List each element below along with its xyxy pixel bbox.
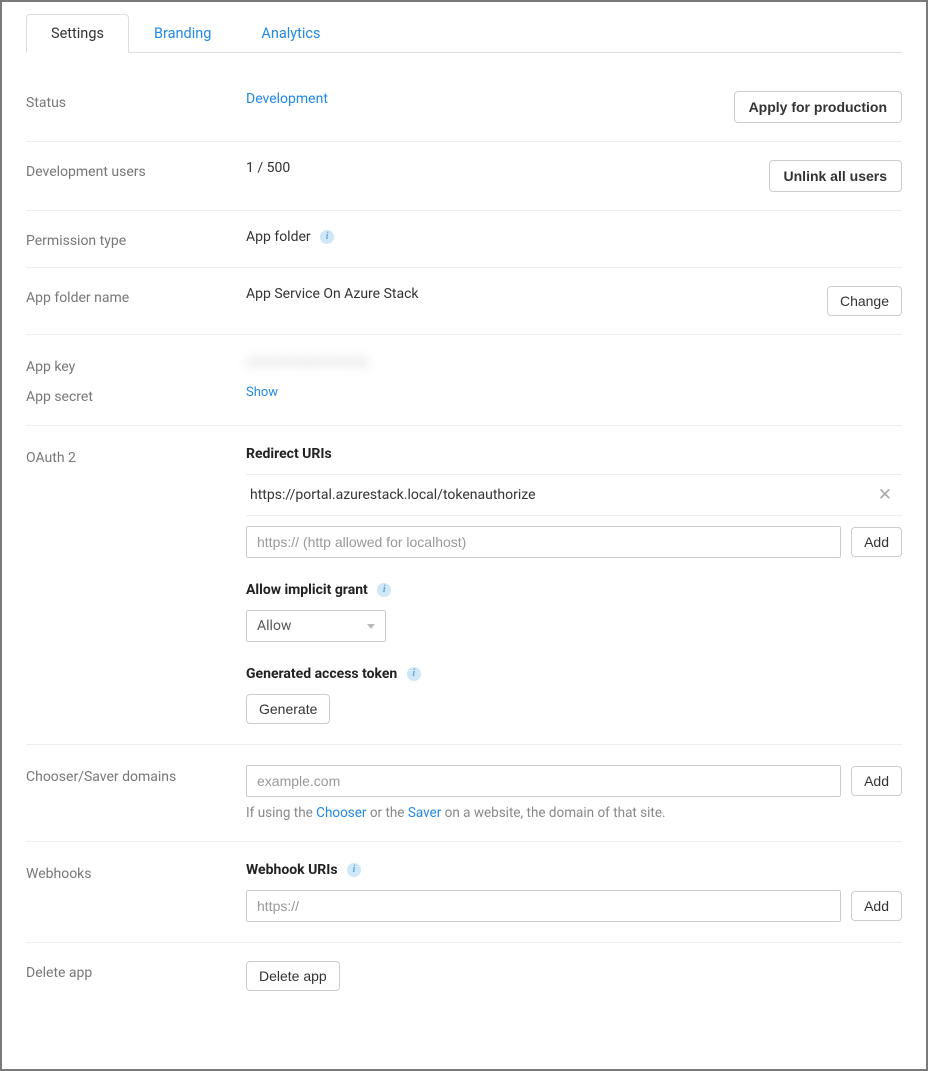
status-value[interactable]: Development	[246, 91, 328, 107]
tab-settings[interactable]: Settings	[26, 14, 129, 53]
app-key-label: App key	[26, 359, 246, 375]
generate-token-button[interactable]: Generate	[246, 694, 330, 724]
section-chooser-saver: Chooser/Saver domains Add If using the C…	[26, 745, 902, 842]
implicit-grant-value: Allow	[257, 618, 291, 634]
permission-value: App folder	[246, 229, 311, 245]
show-secret-link[interactable]: Show	[246, 385, 902, 400]
delete-app-button[interactable]: Delete app	[246, 961, 340, 991]
redirect-uri-input[interactable]	[246, 526, 841, 558]
saver-link[interactable]: Saver	[408, 805, 441, 821]
chevron-down-icon	[367, 624, 375, 629]
access-token-heading: Generated access token i	[246, 666, 902, 682]
info-icon[interactable]: i	[407, 667, 421, 681]
section-app-folder: App folder name App Service On Azure Sta…	[26, 268, 902, 335]
section-dev-users: Development users 1 / 500 Unlink all use…	[26, 142, 902, 211]
app-key-value: XXXXXXXXXXXXXX	[246, 355, 902, 371]
delete-label: Delete app	[26, 961, 246, 981]
remove-uri-icon[interactable]: ✕	[872, 485, 898, 505]
info-icon[interactable]: i	[347, 863, 361, 877]
implicit-grant-dropdown[interactable]: Allow	[246, 610, 386, 642]
tab-branding[interactable]: Branding	[129, 14, 236, 52]
section-delete: Delete app Delete app	[26, 943, 902, 1009]
webhooks-label: Webhooks	[26, 862, 246, 882]
redirect-uri-row: https://portal.azurestack.local/tokenaut…	[246, 474, 902, 516]
tabs: Settings Branding Analytics	[26, 14, 902, 53]
webhook-uris-heading: Webhook URIs i	[246, 862, 902, 878]
apply-production-button[interactable]: Apply for production	[734, 91, 902, 123]
add-domain-button[interactable]: Add	[851, 766, 902, 796]
redirect-uri-value: https://portal.azurestack.local/tokenaut…	[250, 487, 536, 503]
implicit-grant-heading: Allow implicit grant i	[246, 582, 902, 598]
app-folder-value: App Service On Azure Stack	[246, 286, 419, 302]
add-redirect-uri-button[interactable]: Add	[851, 527, 902, 557]
change-folder-button[interactable]: Change	[827, 286, 902, 316]
add-webhook-button[interactable]: Add	[851, 891, 902, 921]
info-icon[interactable]: i	[377, 583, 391, 597]
section-keys: App key App secret XXXXXXXXXXXXXX Show	[26, 335, 902, 426]
oauth2-label: OAuth 2	[26, 446, 246, 466]
unlink-users-button[interactable]: Unlink all users	[769, 160, 902, 192]
dev-users-value: 1 / 500	[246, 160, 290, 176]
dev-users-label: Development users	[26, 160, 246, 180]
tab-analytics[interactable]: Analytics	[236, 14, 345, 52]
info-icon[interactable]: i	[320, 230, 334, 244]
webhook-uri-input[interactable]	[246, 890, 841, 922]
chooser-domain-input[interactable]	[246, 765, 841, 797]
chooser-link[interactable]: Chooser	[316, 805, 366, 821]
chooser-hint: If using the Chooser or the Saver on a w…	[246, 805, 902, 821]
permission-label: Permission type	[26, 229, 246, 249]
section-status: Status Development Apply for production	[26, 73, 902, 142]
redirect-uris-heading: Redirect URIs	[246, 446, 902, 462]
section-permission: Permission type App folder i	[26, 211, 902, 268]
chooser-saver-label: Chooser/Saver domains	[26, 765, 246, 785]
app-folder-label: App folder name	[26, 286, 246, 306]
app-secret-label: App secret	[26, 389, 246, 405]
section-webhooks: Webhooks Webhook URIs i Add	[26, 842, 902, 943]
status-label: Status	[26, 91, 246, 111]
section-oauth2: OAuth 2 Redirect URIs https://portal.azu…	[26, 426, 902, 745]
